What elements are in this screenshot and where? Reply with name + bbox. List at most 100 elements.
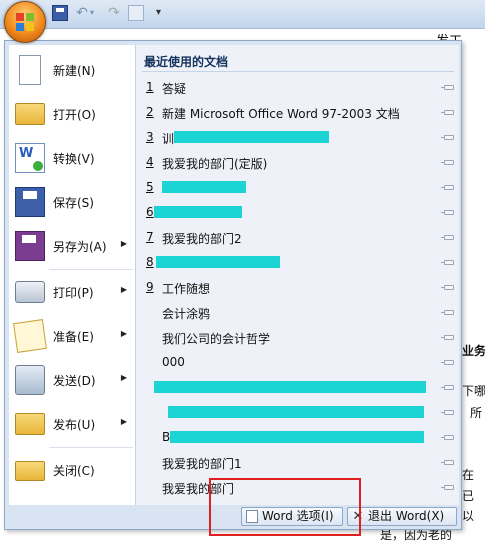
print-preview-icon[interactable]: [128, 5, 144, 21]
pin-icon[interactable]: [441, 310, 454, 315]
send-button[interactable]: 发送(D) ▶: [9, 359, 135, 399]
pin-icon[interactable]: [441, 285, 454, 290]
document-text: 以: [462, 509, 475, 523]
pin-icon[interactable]: [441, 235, 454, 240]
open-button[interactable]: 打开(O): [9, 93, 135, 133]
recent-document-item[interactable]: 7 我爱我的部门2: [142, 227, 458, 249]
recent-document-item[interactable]: 我们公司的会计哲学: [142, 327, 458, 349]
prepare-icon: [13, 319, 47, 353]
recent-document-item[interactable]: [142, 402, 458, 424]
recent-document-number: 6: [146, 205, 154, 219]
office-menu: 新建(N) 打开(O) 转换(V) 保存(S) 另存为(A) ▶ 打印(P) ▶…: [4, 40, 462, 530]
pin-icon[interactable]: [441, 485, 454, 490]
recent-document-name: 我爱我的部门: [162, 482, 235, 496]
redaction-block: [168, 406, 424, 418]
pin-icon[interactable]: [441, 360, 454, 365]
save-icon: [15, 187, 45, 217]
pin-icon[interactable]: [441, 185, 454, 190]
chevron-down-icon[interactable]: ▾: [156, 5, 166, 21]
undo-icon[interactable]: ↶: [74, 5, 90, 21]
options-icon: [246, 510, 258, 523]
pin-icon[interactable]: [441, 110, 454, 115]
redaction-block: [156, 256, 280, 268]
publish-button[interactable]: 发布(U) ▶: [9, 403, 135, 443]
recent-document-item[interactable]: 8: [142, 252, 458, 274]
recent-document-number: 3: [146, 130, 154, 144]
recent-document-item[interactable]: 6: [142, 202, 458, 224]
menu-footer: Word 选项(I) ✕ 退出 Word(X): [5, 505, 461, 529]
recent-document-number: 7: [146, 230, 154, 244]
submenu-arrow-icon: ▶: [120, 329, 127, 338]
word-options-button[interactable]: Word 选项(I): [241, 507, 343, 526]
pin-icon[interactable]: [441, 160, 454, 165]
recent-document-item[interactable]: 2 新建 Microsoft Office Word 97-2003 文档: [142, 102, 458, 124]
recent-document-item[interactable]: 我爱我的部门: [142, 477, 458, 499]
close-label: 关闭(C): [53, 464, 95, 478]
recent-document-number: 1: [146, 80, 154, 94]
send-icon: [15, 365, 45, 395]
pin-icon[interactable]: [441, 210, 454, 215]
recent-document-name: 训: [162, 132, 175, 146]
redaction-block: [154, 381, 426, 393]
office-button[interactable]: [4, 1, 46, 43]
convert-icon: [15, 143, 45, 173]
recent-document-number: 5: [146, 180, 154, 194]
close-button[interactable]: 关闭(C): [9, 449, 135, 489]
prepare-button[interactable]: 准备(E) ▶: [9, 315, 135, 355]
convert-label: 转换(V): [53, 152, 95, 166]
pin-icon[interactable]: [441, 460, 454, 465]
recent-document-item[interactable]: 4 我爱我的部门(定版): [142, 152, 458, 174]
pin-icon[interactable]: [441, 385, 454, 390]
recent-document-item[interactable]: 我爱我的部门1: [142, 452, 458, 474]
recent-document-name: 我们公司的会计哲学: [162, 332, 271, 346]
document-text: 业务: [462, 344, 485, 358]
recent-documents-pane: 最近使用的文档 1 答疑 2 新建 Microsoft Office Word …: [136, 45, 459, 505]
print-label: 打印(P): [53, 286, 94, 300]
convert-button[interactable]: 转换(V): [9, 137, 135, 177]
recent-document-number: 4: [146, 155, 154, 169]
recent-document-name: 新建 Microsoft Office Word 97-2003 文档: [162, 107, 400, 121]
submenu-arrow-icon: ▶: [120, 373, 127, 382]
recent-document-item[interactable]: 会计涂鸦: [142, 302, 458, 324]
recent-document-item[interactable]: [142, 377, 458, 399]
submenu-arrow-icon: ▶: [120, 239, 127, 248]
save-as-button[interactable]: 另存为(A) ▶: [9, 225, 135, 265]
recent-document-item[interactable]: B: [142, 427, 458, 449]
divider: [142, 71, 454, 72]
recent-document-item[interactable]: 1 答疑: [142, 77, 458, 99]
recent-document-item[interactable]: 5: [142, 177, 458, 199]
pin-icon[interactable]: [441, 335, 454, 340]
undo-dropdown-icon[interactable]: ▾: [90, 5, 98, 21]
print-button[interactable]: 打印(P) ▶: [9, 271, 135, 311]
recent-document-name: B: [162, 430, 171, 444]
save-as-icon: [15, 231, 45, 261]
recent-document-name: 答疑: [162, 82, 187, 96]
recent-document-item[interactable]: 3 训: [142, 127, 458, 149]
office-logo-icon: [16, 13, 34, 31]
save-button[interactable]: 保存(S): [9, 181, 135, 221]
exit-word-button[interactable]: ✕ 退出 Word(X): [347, 507, 457, 526]
pin-icon[interactable]: [441, 85, 454, 90]
document-text: 在: [462, 468, 475, 482]
pin-icon[interactable]: [441, 260, 454, 265]
recent-document-number: 2: [146, 105, 154, 119]
recent-document-name: 000: [162, 355, 185, 369]
document-text: 下哪: [462, 384, 485, 398]
recent-document-item[interactable]: 000: [142, 352, 458, 374]
open-label: 打开(O): [53, 108, 96, 122]
pin-icon[interactable]: [441, 135, 454, 140]
title-bar: [0, 0, 485, 29]
recent-document-name: 我爱我的部门(定版): [162, 157, 268, 171]
printer-icon: [15, 281, 45, 303]
submenu-arrow-icon: ▶: [120, 417, 127, 426]
save-icon[interactable]: [52, 5, 68, 21]
new-button[interactable]: 新建(N): [9, 49, 135, 89]
pin-icon[interactable]: [441, 410, 454, 415]
recent-document-item[interactable]: 9 工作随想: [142, 277, 458, 299]
redo-icon[interactable]: ↷: [106, 5, 122, 21]
recent-document-number: 9: [146, 280, 154, 294]
save-label: 保存(S): [53, 196, 94, 210]
pin-icon[interactable]: [441, 435, 454, 440]
submenu-arrow-icon: ▶: [120, 285, 127, 294]
recent-document-name: 会计涂鸦: [162, 307, 211, 321]
